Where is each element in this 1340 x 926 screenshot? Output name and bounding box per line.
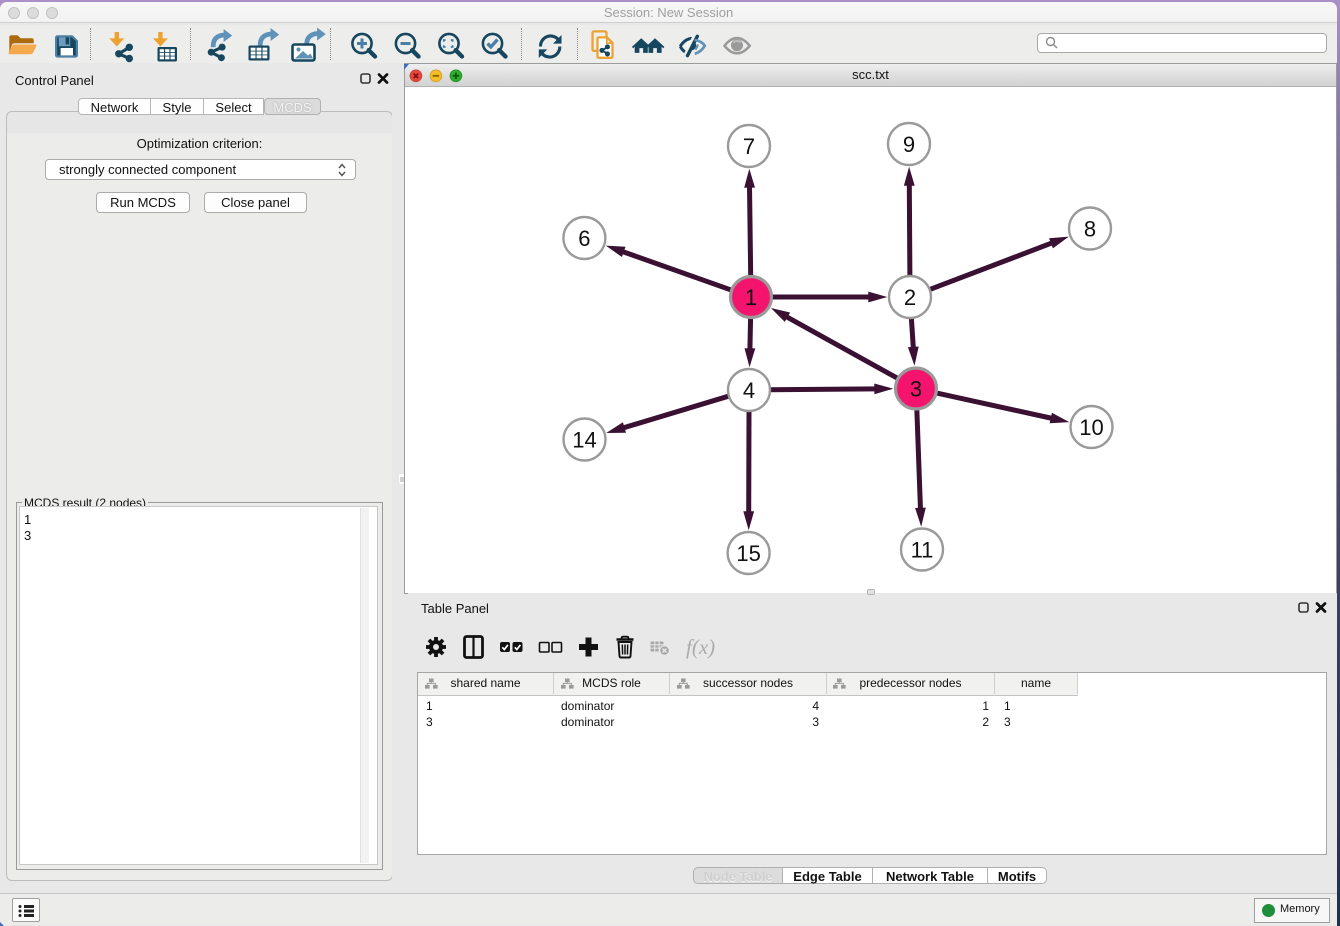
svg-text:11: 11 [911, 538, 934, 563]
svg-text:10: 10 [1079, 415, 1103, 440]
svg-text:f(x): f(x) [686, 635, 715, 659]
svg-text:8: 8 [1084, 217, 1096, 242]
svg-text:9: 9 [903, 132, 915, 157]
svg-text:3: 3 [910, 377, 922, 402]
svg-text:14: 14 [572, 428, 596, 453]
svg-text:2: 2 [904, 285, 916, 310]
svg-text:6: 6 [578, 226, 590, 251]
svg-text:4: 4 [743, 378, 755, 403]
svg-text:7: 7 [743, 134, 755, 159]
svg-text:15: 15 [736, 541, 760, 566]
svg-text:1: 1 [745, 285, 757, 310]
